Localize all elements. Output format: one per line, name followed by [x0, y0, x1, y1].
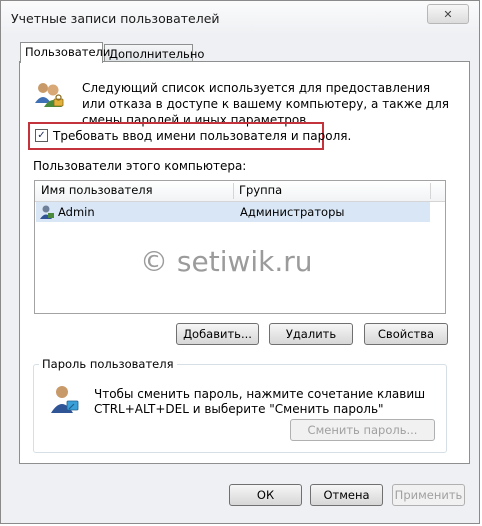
row-username: Admin — [58, 205, 95, 219]
apply-button[interactable]: Применить — [392, 484, 465, 506]
users-list[interactable]: Имя пользователя Группа Admin Администра… — [34, 180, 446, 314]
title-bar[interactable]: Учетные записи пользователей ✕ — [1, 1, 479, 35]
password-instruction-line2: CTRL+ALT+DEL и выберите "Сменить пароль" — [94, 402, 384, 416]
column-header-username[interactable]: Имя пользователя — [41, 183, 153, 197]
users-icon — [35, 83, 64, 107]
change-password-button[interactable]: Сменить пароль... — [290, 419, 435, 441]
add-button[interactable]: Добавить... — [176, 323, 259, 345]
tab-advanced-label: Дополнительно — [109, 47, 205, 61]
tab-advanced[interactable]: Дополнительно — [104, 44, 204, 62]
column-header-group[interactable]: Группа — [239, 183, 282, 197]
close-button[interactable]: ✕ — [427, 4, 469, 24]
column-separator[interactable] — [233, 183, 234, 199]
list-header: Имя пользователя Группа — [35, 181, 445, 202]
checkmark-icon: ✓ — [37, 130, 46, 141]
tab-users-label: Пользователи — [25, 45, 111, 59]
description-text: Следующий список используется для предос… — [82, 81, 449, 127]
window-title: Учетные записи пользователей — [11, 11, 220, 26]
ok-button[interactable]: ОК — [229, 484, 302, 506]
password-instruction-line1: Чтобы сменить пароль, нажмите сочетание … — [94, 387, 426, 401]
require-login-checkbox[interactable]: ✓ — [35, 129, 48, 142]
password-group-title: Пароль пользователя — [39, 357, 177, 371]
table-row[interactable]: Admin Администраторы — [36, 202, 430, 222]
close-icon: ✕ — [443, 7, 453, 21]
remove-button[interactable]: Удалить — [269, 323, 353, 345]
cancel-button[interactable]: Отмена — [310, 484, 383, 506]
column-separator[interactable] — [430, 183, 431, 199]
properties-button[interactable]: Свойства — [364, 323, 448, 345]
require-login-label[interactable]: Требовать ввод имени пользователя и паро… — [53, 128, 351, 144]
users-list-label: Пользователи этого компьютера: — [33, 159, 247, 173]
user-accounts-dialog: Учетные записи пользователей ✕ Пользоват… — [0, 0, 480, 524]
user-key-icon — [51, 386, 79, 413]
user-icon — [40, 205, 54, 219]
row-group: Администраторы — [240, 205, 345, 219]
tab-users[interactable]: Пользователи — [20, 42, 110, 63]
